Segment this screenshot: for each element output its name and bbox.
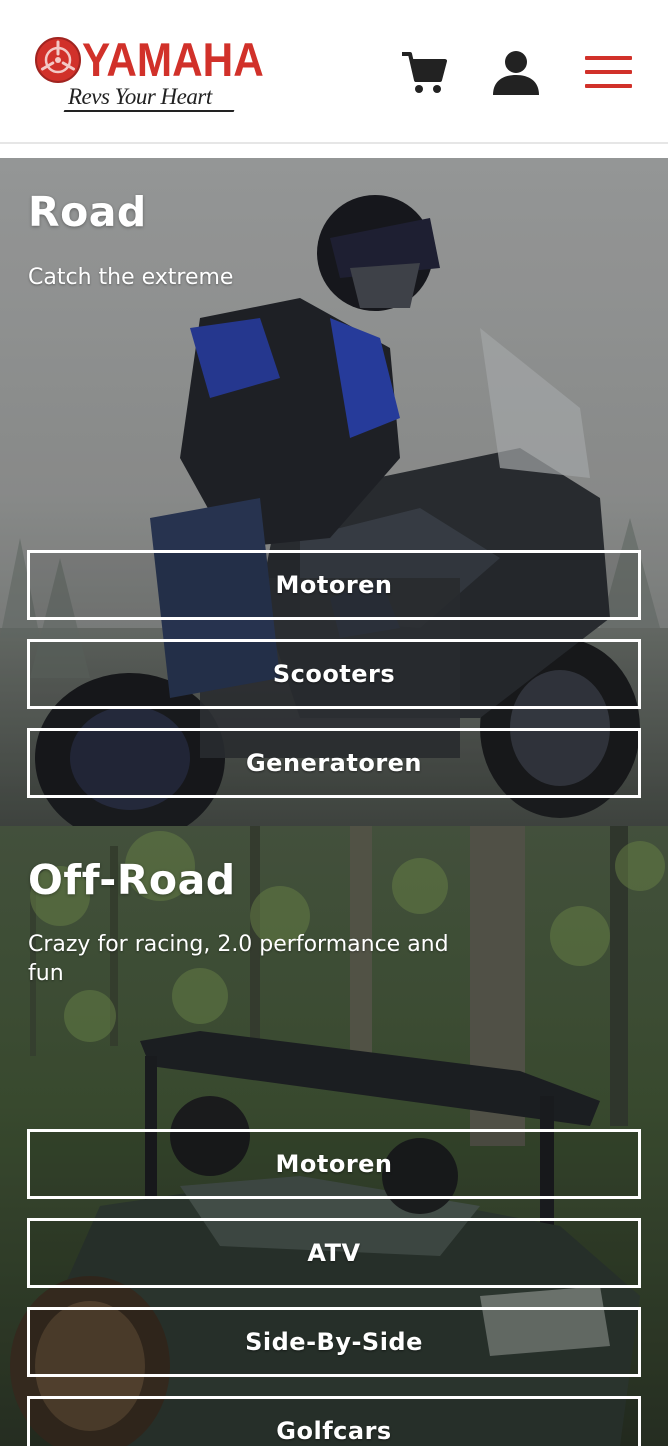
category-button-scooters[interactable]: Scooters (27, 639, 641, 709)
tuning-fork-emblem-icon (35, 37, 81, 83)
cart-icon[interactable] (400, 48, 448, 96)
section-subtitle: Catch the extreme (28, 265, 234, 290)
road-hero-image (0, 158, 668, 826)
section-subtitle: Crazy for racing, 2.0 performance and fu… (28, 932, 449, 986)
menu-bar (585, 84, 632, 88)
section-title: Road (28, 188, 147, 236)
category-button-atv[interactable]: ATV (27, 1218, 641, 1288)
hamburger-menu-icon[interactable] (585, 56, 633, 90)
user-icon[interactable] (492, 48, 540, 96)
menu-bar (585, 56, 632, 60)
category-button-motoren[interactable]: Motoren (27, 550, 641, 620)
road-section: Road Catch the extreme Motoren Scooters … (0, 158, 668, 826)
category-button-generatoren[interactable]: Generatoren (27, 728, 641, 798)
category-button-golfcars[interactable]: Golfcars (27, 1396, 641, 1446)
section-title: Off-Road (28, 856, 236, 904)
menu-bar (585, 70, 632, 74)
yamaha-logo[interactable]: YAMAHA Revs Your Heart (34, 33, 264, 116)
brand-wordmark: YAMAHA (82, 33, 264, 86)
brand-tagline: Revs Your Heart (68, 84, 212, 109)
site-header: YAMAHA Revs Your Heart (0, 0, 668, 144)
category-button-motoren[interactable]: Motoren (27, 1129, 641, 1199)
category-button-side-by-side[interactable]: Side-By-Side (27, 1307, 641, 1377)
offroad-section: Off-Road Crazy for racing, 2.0 performan… (0, 826, 668, 1446)
tagline-underline (63, 110, 235, 112)
